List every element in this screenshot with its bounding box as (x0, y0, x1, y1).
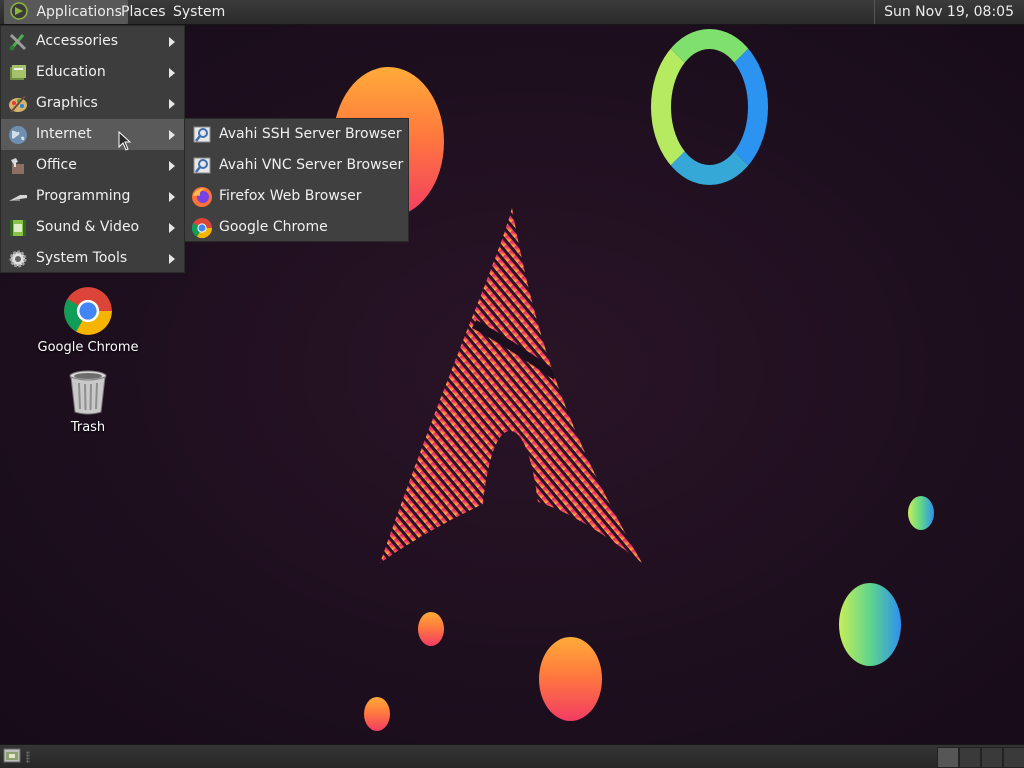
menu-item-accessories[interactable]: Accessories (1, 26, 184, 57)
submenu-item-firefox[interactable]: Firefox Web Browser (185, 181, 408, 212)
trash-icon (69, 370, 107, 415)
wallpaper-small-bubble (908, 496, 934, 530)
submenu-item-avahi-ssh[interactable]: Avahi SSH Server Browser (185, 119, 408, 150)
menu-item-label: Office (36, 157, 77, 173)
wallpaper-ring (651, 29, 768, 185)
menu-item-education[interactable]: Education (1, 57, 184, 88)
menu-item-label: Programming (36, 188, 131, 204)
menu-item-label: Graphics (36, 95, 98, 111)
menu-item-sound-video[interactable]: Sound & Video (1, 212, 184, 243)
submenu-item-google-chrome[interactable]: Google Chrome (185, 212, 408, 243)
applications-menu-label: Applications (36, 4, 122, 20)
chevron-right-icon (169, 223, 175, 233)
menu-item-label: Accessories (36, 33, 119, 49)
top-panel: Applications Places System Sun Nov 19, 0… (0, 0, 1024, 25)
menu-item-programming[interactable]: Programming (1, 181, 184, 212)
menu-item-office[interactable]: Office (1, 150, 184, 181)
chevron-right-icon (169, 68, 175, 78)
menu-item-label: System Tools (36, 250, 128, 266)
mouse-pointer-icon (118, 131, 132, 151)
chevron-right-icon (169, 37, 175, 47)
menu-item-label: Internet (36, 126, 92, 142)
menu-item-graphics[interactable]: Graphics (1, 88, 184, 119)
workspace-switcher-4[interactable] (1003, 747, 1024, 768)
submenu-item-label: Avahi VNC Server Browser (219, 157, 404, 173)
places-menu-button[interactable]: Places (115, 0, 172, 24)
avahi-icon (193, 157, 211, 174)
office-icon (11, 158, 24, 174)
graphics-icon (9, 95, 27, 113)
menu-item-system-tools[interactable]: System Tools (1, 243, 184, 274)
panel-drag-handle[interactable] (26, 751, 30, 763)
system-menu-button[interactable]: System (167, 0, 231, 24)
sound-video-icon (10, 220, 26, 236)
bottom-panel (0, 744, 1024, 768)
wallpaper-blue-bubble (839, 583, 901, 666)
wallpaper-bottom-bubble (539, 637, 602, 721)
desktop-icon-trash[interactable]: Trash (33, 368, 143, 435)
accessories-icon (9, 33, 27, 51)
chevron-right-icon (169, 254, 175, 264)
submenu-item-label: Google Chrome (219, 219, 328, 235)
mate-logo-icon (10, 2, 28, 20)
show-desktop-icon[interactable] (3, 748, 21, 764)
chrome-icon (64, 287, 112, 335)
system-tools-gear-icon (9, 250, 27, 268)
workspace-switcher-3[interactable] (981, 747, 1003, 768)
menu-item-label: Education (36, 64, 106, 80)
avahi-icon (193, 126, 211, 143)
firefox-icon (192, 187, 212, 207)
wallpaper-corner-bubble (364, 697, 390, 731)
education-icon (10, 65, 26, 80)
applications-dropdown: Accessories Education Graphics Internet (0, 25, 185, 273)
menu-item-label: Sound & Video (36, 219, 140, 235)
internet-submenu: Avahi SSH Server Browser Avahi VNC Serve… (184, 118, 409, 242)
submenu-item-label: Firefox Web Browser (219, 188, 362, 204)
desktop-icon-label: Google Chrome (37, 340, 139, 355)
workspace-switcher-1[interactable] (937, 747, 959, 768)
chevron-right-icon (169, 99, 175, 109)
submenu-item-avahi-vnc[interactable]: Avahi VNC Server Browser (185, 150, 408, 181)
workspace-switcher-2[interactable] (959, 747, 981, 768)
internet-globe-icon (9, 126, 27, 144)
programming-icon (9, 195, 27, 201)
arch-logo (380, 208, 642, 563)
menu-item-internet[interactable]: Internet (1, 119, 184, 150)
desktop-icon-google-chrome[interactable]: Google Chrome (33, 286, 143, 355)
submenu-item-label: Avahi SSH Server Browser (219, 126, 402, 142)
clock[interactable]: Sun Nov 19, 08:05 (874, 0, 1020, 24)
applications-menu-button[interactable]: Applications (4, 0, 128, 24)
desktop-icon-label: Trash (70, 420, 106, 435)
chevron-right-icon (169, 192, 175, 202)
wallpaper-tiny-bubble (418, 612, 444, 646)
chrome-icon (191, 218, 213, 239)
chevron-right-icon (169, 161, 175, 171)
chevron-right-icon (169, 130, 175, 140)
